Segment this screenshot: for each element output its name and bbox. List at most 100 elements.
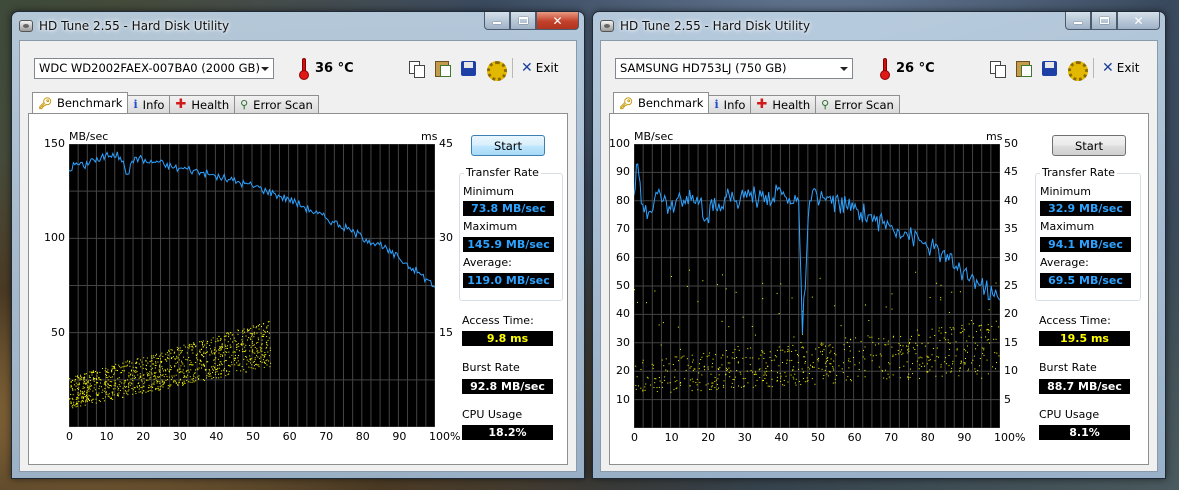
- access-time-point: [952, 327, 954, 329]
- access-time-point: [800, 384, 802, 386]
- access-time-point: [263, 361, 265, 363]
- tab-error-scan[interactable]: ⚲ Error Scan: [234, 95, 319, 113]
- access-time-point: [793, 378, 795, 380]
- start-button[interactable]: Start: [1052, 135, 1126, 156]
- access-time-point: [257, 341, 259, 343]
- access-time-point: [114, 383, 116, 385]
- access-time-point: [852, 357, 854, 359]
- hdtune-window-left[interactable]: HD Tune 2.55 - Hard Disk Utility ✕ WDC W…: [11, 11, 585, 479]
- access-time-point: [181, 382, 183, 384]
- hdtune-window-right[interactable]: HD Tune 2.55 - Hard Disk Utility ✕ SAMSU…: [592, 11, 1166, 479]
- title-bar[interactable]: HD Tune 2.55 - Hard Disk Utility ✕: [593, 12, 1165, 40]
- tab-benchmark[interactable]: 🔑︎ Benchmark: [32, 92, 129, 113]
- access-time-point: [227, 364, 229, 366]
- access-time-point: [139, 385, 141, 387]
- access-time-point: [153, 356, 155, 358]
- access-time-point: [222, 355, 224, 357]
- access-time-point: [952, 360, 954, 362]
- access-time-point: [792, 344, 794, 346]
- access-time-point: [720, 357, 722, 359]
- y2-tick-label: 40: [1004, 193, 1018, 207]
- drive-select[interactable]: SAMSUNG HD753LJ (750 GB): [615, 58, 853, 79]
- access-time-point: [701, 374, 703, 376]
- access-time-value: 19.5 ms: [1039, 331, 1130, 346]
- tab-error-scan[interactable]: ⚲ Error Scan: [815, 95, 900, 113]
- copy-icon[interactable]: [408, 60, 425, 78]
- tab-health[interactable]: ✚ Health: [750, 95, 817, 113]
- access-time-point: [151, 356, 153, 358]
- drive-select[interactable]: WDC WD2002FAEX-007BA0 (2000 GB): [34, 58, 274, 79]
- access-time-point: [231, 361, 233, 363]
- access-time-point: [112, 388, 114, 390]
- access-time-point: [213, 353, 215, 355]
- access-time-point: [939, 340, 941, 342]
- access-time-point: [710, 389, 712, 391]
- y-tick-label: 60: [616, 250, 630, 264]
- access-time-point: [159, 382, 161, 384]
- chevron-down-icon[interactable]: [835, 59, 852, 78]
- minimize-button[interactable]: [1065, 12, 1091, 30]
- access-time-point: [149, 378, 151, 380]
- access-time-point: [99, 400, 101, 402]
- access-time-point: [138, 377, 140, 379]
- copy-to-clipboard-icon[interactable]: [434, 60, 451, 77]
- access-time-point: [838, 365, 840, 367]
- access-time-point: [88, 375, 90, 377]
- copy-to-clipboard-icon[interactable]: [1015, 60, 1032, 77]
- access-time-point: [788, 350, 790, 352]
- access-time-point: [160, 354, 162, 356]
- maximize-button[interactable]: [510, 12, 536, 30]
- title-bar[interactable]: HD Tune 2.55 - Hard Disk Utility ✕: [12, 12, 584, 40]
- access-time-point: [823, 349, 825, 351]
- access-time-point: [210, 348, 212, 350]
- access-time-point: [759, 377, 761, 379]
- close-button[interactable]: ✕: [536, 12, 579, 30]
- access-time-point: [197, 353, 199, 355]
- options-icon[interactable]: [1067, 60, 1088, 81]
- start-button[interactable]: Start: [471, 135, 545, 156]
- tab-health[interactable]: ✚ Health: [169, 95, 236, 113]
- access-time-point: [80, 390, 82, 392]
- save-icon[interactable]: [460, 60, 477, 77]
- access-time-point: [178, 359, 180, 361]
- maximize-button[interactable]: [1091, 12, 1117, 30]
- minimize-button[interactable]: [484, 12, 510, 30]
- access-time-point: [733, 357, 735, 359]
- tab-info[interactable]: i Info: [127, 95, 171, 113]
- access-time-point: [256, 348, 258, 350]
- access-time-point: [232, 351, 234, 353]
- access-time-point: [938, 356, 940, 358]
- access-time-point: [115, 363, 117, 365]
- exit-button[interactable]: ✕ Exit: [1102, 60, 1139, 76]
- access-time-point: [116, 393, 118, 395]
- access-time-point: [710, 373, 712, 375]
- access-time-point: [155, 355, 157, 357]
- access-time-point: [99, 371, 101, 373]
- tab-label: Info: [723, 97, 746, 112]
- access-time-point: [253, 326, 255, 328]
- access-time-point: [867, 335, 869, 337]
- access-time-point: [218, 352, 220, 354]
- exit-button[interactable]: ✕ Exit: [521, 60, 558, 76]
- access-time-point: [988, 338, 990, 340]
- access-time-point: [171, 375, 173, 377]
- options-icon[interactable]: [486, 60, 507, 81]
- tab-benchmark[interactable]: 🔑︎ Benchmark: [613, 92, 710, 113]
- access-time-point: [929, 369, 931, 371]
- access-time-point: [77, 377, 79, 379]
- access-time-point: [269, 347, 271, 349]
- copy-icon[interactable]: [989, 60, 1006, 78]
- access-time-point: [263, 356, 265, 358]
- save-icon[interactable]: [1041, 60, 1058, 77]
- access-time-point: [183, 375, 185, 377]
- access-time-point: [220, 346, 222, 348]
- access-time-point: [87, 385, 89, 387]
- access-time-point: [192, 352, 194, 354]
- access-time-point: [113, 365, 115, 367]
- access-time-point: [811, 354, 813, 356]
- access-time-point: [691, 378, 693, 380]
- tab-info[interactable]: i Info: [708, 95, 752, 113]
- chevron-down-icon[interactable]: [256, 59, 273, 78]
- access-time-point: [127, 385, 129, 387]
- close-button[interactable]: ✕: [1117, 12, 1160, 30]
